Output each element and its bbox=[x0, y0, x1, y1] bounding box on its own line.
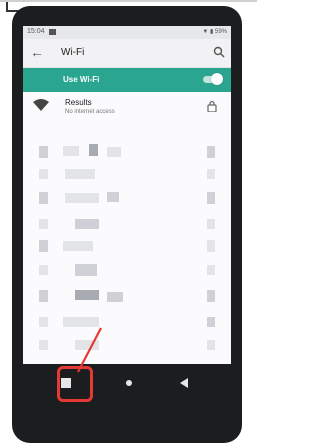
list-item[interactable] bbox=[23, 144, 231, 162]
lock-icon bbox=[207, 100, 217, 112]
list-item[interactable] bbox=[23, 288, 231, 306]
page-title: Wi-Fi bbox=[61, 47, 85, 58]
list-item[interactable] bbox=[23, 190, 231, 208]
result-title: Results bbox=[65, 98, 92, 107]
list-item[interactable] bbox=[23, 338, 231, 356]
recents-highlight-box bbox=[57, 366, 93, 402]
wifi-icon bbox=[33, 99, 49, 111]
list-item[interactable] bbox=[23, 262, 231, 280]
system-nav-bar bbox=[23, 366, 231, 406]
back-arrow-icon[interactable]: ← bbox=[30, 43, 44, 61]
network-result-row[interactable]: Results No internet access bbox=[23, 92, 231, 122]
battery-percent: 59% bbox=[214, 29, 227, 35]
battery-icon: ▮ bbox=[210, 29, 214, 35]
result-subtitle: No internet access bbox=[65, 109, 115, 115]
status-bar: 15:04 ▼ ▮ 59% bbox=[23, 26, 231, 39]
list-item[interactable] bbox=[23, 166, 231, 184]
use-wifi-label: Use Wi-Fi bbox=[63, 75, 100, 84]
toggle-knob[interactable] bbox=[211, 73, 223, 85]
search-icon[interactable] bbox=[213, 46, 225, 58]
status-battery: ▼ ▮ 59% bbox=[202, 28, 227, 35]
use-wifi-toggle-row[interactable]: Use Wi-Fi bbox=[23, 68, 231, 92]
notification-icon bbox=[49, 29, 56, 35]
app-bar: ← Wi-Fi bbox=[23, 39, 231, 68]
list-item[interactable] bbox=[23, 216, 231, 234]
wifi-status-icon: ▼ bbox=[202, 29, 209, 35]
status-time: 15:04 bbox=[27, 28, 45, 35]
list-item[interactable] bbox=[23, 314, 231, 332]
home-dot-icon[interactable] bbox=[126, 380, 132, 386]
page-top-border bbox=[0, 0, 257, 2]
list-item[interactable] bbox=[23, 238, 231, 256]
back-triangle-icon[interactable] bbox=[180, 378, 188, 388]
phone-screen: 15:04 ▼ ▮ 59% ← Wi-Fi Use Wi-Fi Results … bbox=[23, 26, 231, 364]
